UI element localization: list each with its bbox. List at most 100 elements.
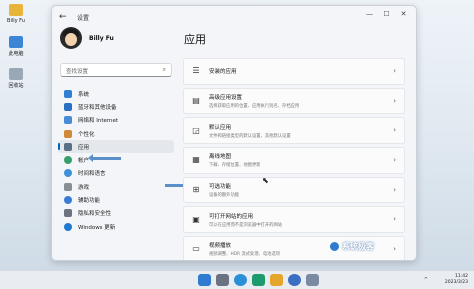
card-apps-for-websites[interactable]: ▣ 可打开网站的应用可以在应用而不是浏览器中打开的网站 › [183,206,405,233]
card-title: 视频播放 [209,243,232,250]
shield-icon [64,209,72,218]
gamepad-icon [64,182,72,191]
chevron-right-icon: › [393,245,396,254]
desktop-icon-label: 回收站 [8,83,24,89]
sidebar-item-bluetooth[interactable]: 蓝牙和其他设备 [58,100,174,113]
sidebar-item-label: Windows 更新 [78,224,116,231]
start-icon[interactable] [198,274,211,286]
card-subtitle: 视频调整、HDR 流式处理、电池选项 [209,252,281,258]
computer-icon [9,36,23,48]
mouse-cursor-icon: ⬉ [262,176,269,185]
desktop-icon-this-pc[interactable]: 此电脑 [3,36,29,57]
sidebar-item-apps[interactable]: 应用 [58,140,174,154]
grid-plus-icon: ⊞ [192,185,200,194]
sidebar-item-windows-update[interactable]: Windows 更新 [58,220,174,233]
sidebar-item-system[interactable]: 系统 [58,87,174,100]
chevron-right-icon: › [393,67,396,75]
card-subtitle: 选择获取应用的位置、应用执行别名、存档应用 [209,103,300,109]
sidebar-item-label: 时间和语言 [78,171,106,178]
back-arrow-icon[interactable]: ← [59,12,73,22]
list-icon: ☰ [192,66,200,76]
apps-icon [64,142,72,151]
sidebar-item-label: 游戏 [78,184,90,191]
folder-icon [9,4,23,16]
settings-gear-icon[interactable] [288,274,301,286]
sidebar-item-label: 网络和 Internet [78,118,119,125]
desktop-icon-user-folder[interactable]: Billy Fu [3,4,29,24]
search-placeholder: 查找设置 [66,69,89,75]
edge-icon[interactable] [234,274,247,286]
card-subtitle: 设备的额外功能 [209,193,240,198]
card-advanced-app-settings[interactable]: ▤ 高级应用设置选择获取应用的位置、应用执行别名、存档应用 › [183,87,405,115]
sidebar-item-privacy[interactable]: 隐私和安全性 [58,207,174,220]
accessibility-icon [64,196,72,205]
title-bar: ← 设置 — ☐ ✕ [52,6,416,28]
taskbar: ^ 11:42 2023/3/23 [0,270,474,289]
card-title: 可选功能 [209,184,232,190]
search-taskbar-icon[interactable] [216,274,229,286]
annotation-arrow-left [88,154,121,162]
file-explorer-icon[interactable] [270,274,283,286]
sidebar-item-label: 隐私和安全性 [78,211,112,218]
card-title: 默认应用 [209,124,232,131]
card-title: 可打开网站的应用 [209,213,254,220]
chevron-right-icon: › [393,156,396,165]
web-app-icon: ▣ [192,214,200,224]
watermark-text: 系统极客 [342,242,374,251]
settings-window: ← 设置 — ☐ ✕ Billy Fu 查找设置 ⌕ 系统 蓝牙和其他设备 网络… [51,5,417,261]
update-icon [64,222,72,231]
settings-cards: ☰ 安装的应用 › ▤ 高级应用设置选择获取应用的位置、应用执行别名、存档应用 … [183,58,405,260]
sidebar-item-label: 应用 [78,144,90,151]
desktop-icon-label: Billy Fu [7,18,25,24]
chevron-right-icon: › [393,215,396,224]
close-button[interactable]: ✕ [395,10,412,18]
map-icon: ▦ [192,155,200,165]
sidebar-item-label: 辅助功能 [78,198,101,205]
system-icon [64,89,72,98]
bluetooth-icon [64,102,72,111]
sidebar-item-gaming[interactable]: 游戏 [58,180,174,193]
video-icon: ▭ [192,244,200,254]
sidebar-item-label: 系统 [78,91,90,98]
clock[interactable]: 11:42 2023/3/23 [445,274,468,286]
card-offline-maps[interactable]: ▦ 离线地图 下载、存储位置、地图更新 › [183,147,405,174]
profile-name: Billy Fu [89,34,114,42]
card-optional-features[interactable]: ⊞ 可选功能设备的额外功能 › [183,176,405,204]
settings-list-icon: ▤ [192,95,200,105]
card-subtitle: 可以在应用而不是浏览器中打开的网站 [209,222,283,228]
avatar [60,27,82,49]
card-title: 高级应用设置 [209,94,243,101]
recycle-bin-icon [9,68,23,80]
sidebar-item-personalization[interactable]: 个性化 [58,127,174,140]
watermark: 系统极客 [330,241,374,252]
search-icon: ⌕ [162,66,166,73]
window-title: 设置 [77,14,90,22]
account-icon [64,156,72,165]
sidebar-item-time-language[interactable]: 时间和语言 [58,167,174,180]
default-apps-icon: ◲ [192,125,200,135]
store-icon[interactable] [252,274,265,286]
tray-chevron-icon[interactable]: ^ [424,277,428,283]
minimize-button[interactable]: — [361,10,378,18]
card-default-apps[interactable]: ◲ 默认应用文件和链接类型的默认设置，其他默认设置 › [183,117,405,144]
brush-icon [64,129,72,138]
user-profile[interactable]: Billy Fu [60,27,114,49]
sidebar-item-accessibility[interactable]: 辅助功能 [58,193,174,206]
chevron-right-icon: › [393,126,396,135]
sidebar-nav: 系统 蓝牙和其他设备 网络和 Internet 个性化 应用 帐户 时间和语言 … [58,87,174,233]
chevron-right-icon: › [393,185,396,194]
task-view-icon[interactable] [306,274,319,286]
sidebar-item-label: 蓝牙和其他设备 [78,104,117,111]
desktop-icon-recycle-bin[interactable]: 回收站 [3,68,29,89]
sidebar-item-network[interactable]: 网络和 Internet [58,114,174,127]
maximize-button[interactable]: ☐ [378,10,395,18]
card-subtitle: 文件和链接类型的默认设置，其他默认设置 [209,133,291,139]
page-title: 应用 [184,33,206,46]
search-input[interactable]: 查找设置 ⌕ [60,63,172,77]
chevron-right-icon: › [393,96,396,105]
network-icon [64,116,72,125]
card-title: 安装的应用 [209,69,237,76]
card-title: 离线地图 [209,154,232,161]
sidebar-item-accounts[interactable]: 帐户 [58,153,174,166]
card-installed-apps[interactable]: ☰ 安装的应用 › [183,58,405,85]
